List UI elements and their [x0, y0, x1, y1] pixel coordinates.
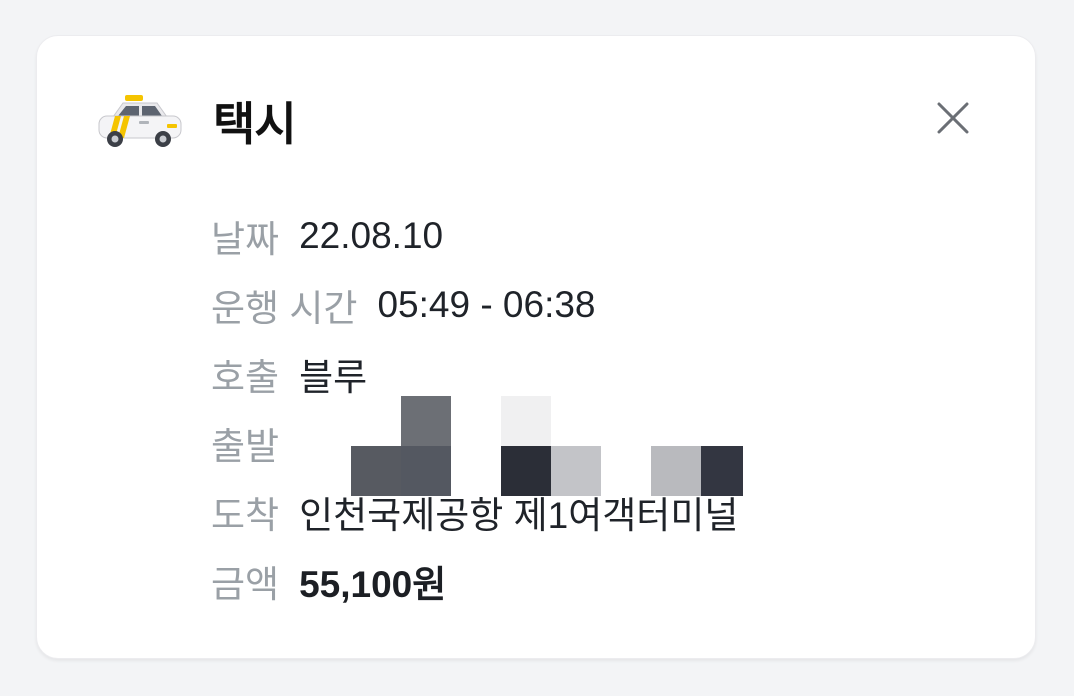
date-value: 22.08.10	[299, 214, 444, 256]
amount-label: 금액	[211, 563, 280, 605]
row-ride-time: 운행 시간 05:49 - 06:38	[211, 270, 738, 339]
call-type-label: 호출	[211, 356, 280, 398]
redacted-departure-mosaic	[351, 396, 751, 496]
close-icon	[937, 102, 969, 134]
departure-label: 출발	[211, 425, 280, 467]
ride-time-label: 운행 시간	[211, 287, 358, 329]
ride-time-value: 05:49 - 06:38	[377, 283, 596, 325]
amount-value: 55,100원	[299, 563, 447, 605]
page-title: 택시	[213, 98, 297, 150]
card-header: 택시	[95, 88, 297, 154]
date-label: 날짜	[211, 218, 280, 260]
row-amount: 금액 55,100원	[211, 546, 738, 615]
taxi-receipt-card: 택시 날짜 22.08.10 운행 시간 05:49 - 06:38 호출 블루…	[36, 35, 1036, 659]
close-button[interactable]	[933, 98, 973, 138]
row-date: 날짜 22.08.10	[211, 201, 738, 270]
call-type-value: 블루	[299, 356, 368, 398]
taxi-icon	[98, 95, 182, 147]
arrival-label: 도착	[211, 494, 280, 536]
